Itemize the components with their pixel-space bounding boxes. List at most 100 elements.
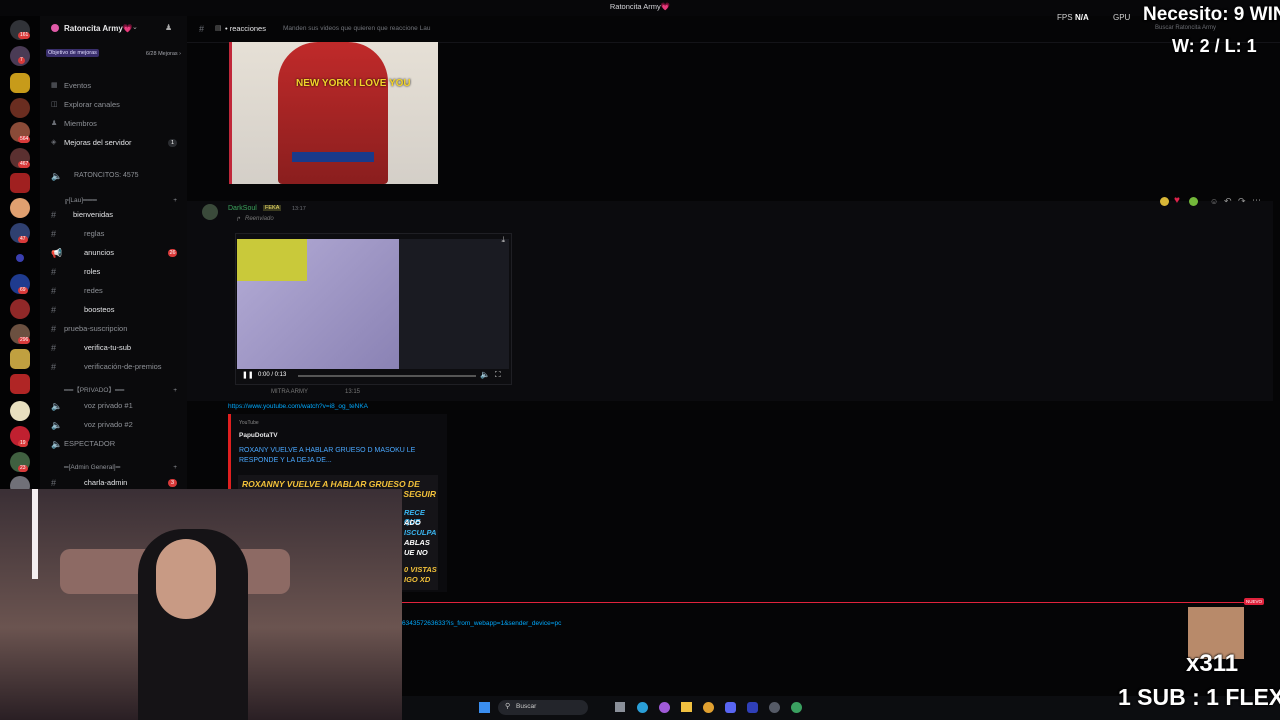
server-icon[interactable] (10, 173, 30, 193)
sidebar-item-label: Miembros (64, 119, 97, 128)
category-label: ══【PRIVADO】══ (64, 387, 125, 394)
channel-label: voz privado #1 (84, 401, 133, 410)
boost-goal[interactable]: Objetivo de mejoras 6/28 Mejoras › (46, 49, 181, 60)
hash-icon: # (51, 210, 57, 220)
message-link[interactable]: https://www.youtube.com/watch?v=i8_og_te… (228, 403, 368, 410)
video-frame-screen (399, 239, 509, 369)
server-icon[interactable] (10, 198, 30, 218)
webcam-lamp (32, 489, 38, 579)
server-icon[interactable] (10, 374, 30, 394)
megaphone-icon: 📢 (51, 248, 63, 258)
channel-reglas[interactable]: # reglas (40, 226, 187, 242)
forward-icon[interactable]: ↷ (1238, 196, 1246, 207)
sidebar-item-label: Eventos (64, 81, 92, 90)
chevron-down-icon[interactable]: ⌄ (132, 23, 138, 31)
server-boost-icon (51, 24, 59, 32)
voice-channel-espectador[interactable]: 🔈 ESPECTADOR (40, 436, 187, 452)
server-icon[interactable] (10, 73, 30, 93)
embed-channel[interactable]: PapuDotaTV (239, 432, 278, 439)
add-reaction-icon[interactable]: ☺ (1210, 197, 1218, 206)
fps-value: N/A (1075, 13, 1089, 22)
sidebar-item-explorar[interactable]: ◫ Explorar canales (40, 97, 187, 113)
sidebar-item-label: Mejoras del servidor (64, 138, 132, 147)
channel-prueba-suscripcion[interactable]: # prueba-suscripcion (40, 321, 187, 337)
hash-icon: # (51, 286, 57, 296)
category-admin[interactable]: ═[Admin General]═ + (40, 461, 187, 475)
server-icon[interactable] (10, 349, 30, 369)
channel-label: prueba-suscripcion (64, 324, 128, 333)
hash-icon: # (51, 305, 57, 315)
stream-rule: 1 SUB : 1 FLEXIÓN (1118, 684, 1280, 710)
forward-source[interactable]: MITRA ARMY (271, 389, 308, 395)
discord-icon[interactable] (725, 702, 736, 713)
server-icon[interactable] (10, 299, 30, 319)
channel-redes[interactable]: # redes (40, 283, 187, 299)
mention-badge: 69 (18, 287, 28, 294)
sidebar-item-mejoras[interactable]: ◈ Mejoras del servidor 1 (40, 135, 187, 151)
add-channel-icon[interactable]: + (173, 384, 177, 398)
folder-icon[interactable] (681, 702, 692, 712)
voice-channel-privado-2[interactable]: 🔈 voz privado #2 (40, 417, 187, 433)
chrome-icon[interactable] (703, 702, 714, 713)
channel-boosteos[interactable]: # boosteos (40, 302, 187, 318)
channel-verifica-tu-sub[interactable]: # verifica-tu-sub (40, 340, 187, 356)
voice-channel-privado-1[interactable]: 🔈 voz privado #1 (40, 398, 187, 414)
app-icon[interactable] (769, 702, 780, 713)
reaction-emoji[interactable] (1160, 197, 1169, 206)
image-attachment[interactable]: NEW YORK I LOVE YOU (229, 42, 438, 184)
message-avatar[interactable] (202, 204, 218, 220)
windows-start-icon[interactable] (479, 702, 490, 713)
sidebar-item-badge: 1 (168, 139, 177, 147)
taskview-icon[interactable] (615, 702, 625, 712)
spiderman-belt (292, 152, 374, 162)
channel-label: roles (84, 267, 101, 276)
folder-icon[interactable] (16, 254, 24, 262)
hash-icon: # (199, 24, 205, 34)
mention-badge: 7 (18, 57, 25, 64)
pause-icon[interactable]: ❚❚ (242, 371, 254, 379)
download-icon[interactable]: ⤓ (501, 235, 505, 245)
search-icon: ⚲ (505, 703, 511, 710)
channel-roles[interactable]: # roles (40, 264, 187, 280)
app-icon[interactable] (791, 702, 802, 713)
channel-anuncios[interactable]: 📢 anuncios 26 (40, 245, 187, 261)
fullscreen-icon[interactable]: ⛶ (495, 370, 501, 380)
video-player[interactable]: ⤓ ❚❚ 0:00 / 0:13 🔈 ⛶ (235, 233, 512, 385)
sidebar-item-miembros[interactable]: ♟ Miembros (40, 116, 187, 132)
heart-icon[interactable]: ♥ (1174, 195, 1180, 206)
category-label: ═[Admin General]═ (64, 464, 121, 471)
forward-source-time: 13:15 (345, 389, 361, 395)
server-icon[interactable] (10, 401, 30, 421)
taskbar-search[interactable]: ⚲ Buscar (498, 700, 588, 715)
thumbnail-text: IGO XD (404, 575, 431, 584)
reply-icon[interactable]: ↶ (1224, 196, 1232, 207)
channel-label: ESPECTADOR (64, 439, 116, 448)
bottom-link[interactable]: 634357263633?is_from_webapp=1&sender_dev… (402, 620, 561, 627)
new-marker: NUEVO (1244, 598, 1265, 605)
stream-goal: Necesito: 9 WINS (1143, 4, 1280, 25)
sidebar-item-eventos[interactable]: ▦ Eventos (40, 78, 187, 94)
copilot-icon[interactable] (659, 702, 670, 713)
category-privado[interactable]: ══【PRIVADO】══ + (40, 384, 187, 398)
volume-icon[interactable]: 🔈 (480, 370, 490, 379)
embed-title[interactable]: ROXANY VUELVE A HABLAR GRUESO D MASOKU L… (239, 446, 434, 466)
stream-record: W: 2 / L: 1 (1172, 36, 1257, 56)
stat-channel-label: RATONCITOS: 4575 (74, 172, 139, 179)
window-title: Ratoncita Army💗 (609, 2, 671, 11)
obs-icon[interactable] (747, 702, 758, 713)
add-channel-icon[interactable]: + (173, 194, 177, 208)
message-author[interactable]: DarkSoul (228, 205, 257, 212)
category-lau[interactable]: ╔[Lau]═══ + (40, 194, 187, 208)
more-icon[interactable]: ⋯ (1252, 195, 1261, 206)
edge-icon[interactable] (637, 702, 648, 713)
video-progress-bar[interactable] (298, 375, 476, 377)
server-icon[interactable] (10, 98, 30, 118)
reaction-emoji[interactable] (1189, 197, 1198, 206)
add-channel-icon[interactable]: + (173, 461, 177, 475)
channel-label: anuncios (84, 248, 115, 257)
channel-bienvenidas[interactable]: # bienvenidas (40, 207, 187, 223)
stat-channel[interactable]: 🔈 RATONCITOS: 4575 (40, 168, 187, 184)
channel-verificacion-de-premios[interactable]: # verificación-de-premios (40, 359, 187, 375)
server-header[interactable]: Ratoncita Army💗 ⌄ ♟ (40, 16, 187, 44)
add-member-icon[interactable]: ♟ (165, 23, 172, 32)
